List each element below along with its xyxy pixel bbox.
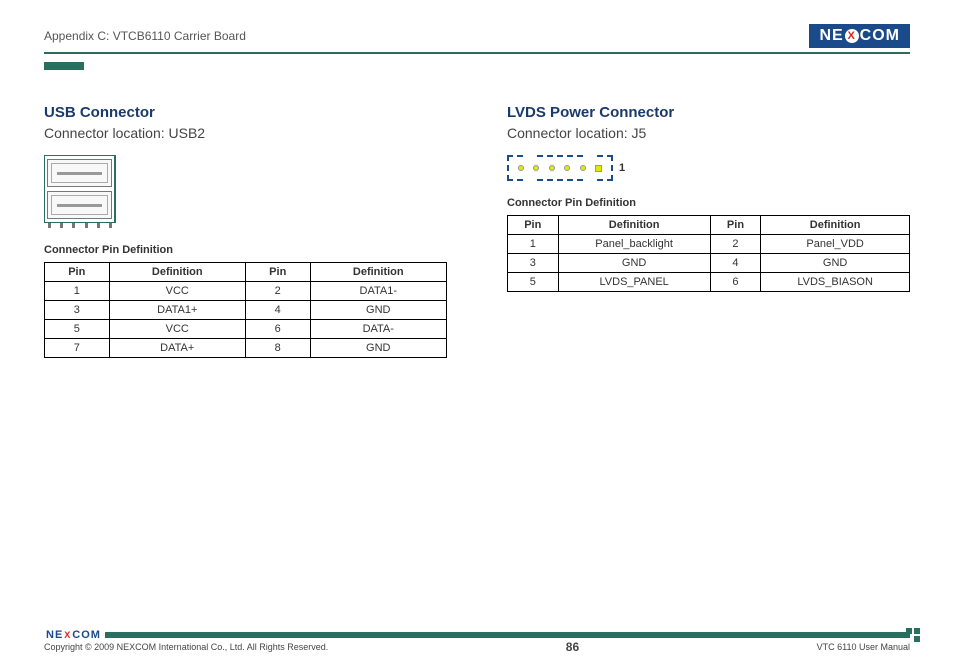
table-row: 1 Panel_backlight 2 Panel_VDD: [508, 235, 910, 254]
cell: 5: [508, 273, 559, 292]
table-row: 5 VCC 6 DATA-: [45, 320, 447, 339]
cell: Panel_VDD: [761, 235, 910, 254]
section-marker: [44, 62, 84, 70]
copyright-text: Copyright © 2009 NEXCOM International Co…: [44, 642, 328, 652]
table-header-row: Pin Definition Pin Definition: [45, 263, 447, 282]
pin-dot-icon: [533, 165, 539, 171]
col-def: Definition: [109, 263, 245, 282]
lvds-connector-icon: [507, 155, 613, 181]
cell: DATA1-: [310, 282, 447, 301]
cell: 3: [508, 254, 559, 273]
usb-pin-table: Pin Definition Pin Definition 1 VCC 2 DA…: [44, 262, 447, 358]
pin-dot-icon: [580, 165, 586, 171]
logo-left: NE: [819, 27, 843, 45]
table-row: 5 LVDS_PANEL 6 LVDS_BIASON: [508, 273, 910, 292]
cell: 1: [45, 282, 110, 301]
table-header-row: Pin Definition Pin Definition: [508, 216, 910, 235]
page-header: Appendix C: VTCB6110 Carrier Board NE X …: [44, 24, 910, 54]
footer-nexcom-logo: NE X COM: [42, 629, 105, 641]
table-row: 3 DATA1+ 4 GND: [45, 301, 447, 320]
lvds-connector-diagram: 1: [507, 155, 910, 181]
cell: DATA-: [310, 320, 447, 339]
cell: 1: [508, 235, 559, 254]
usb-title: USB Connector: [44, 104, 447, 121]
logo-left: NE: [46, 629, 63, 641]
col-def: Definition: [558, 216, 710, 235]
lvds-pin-def-title: Connector Pin Definition: [507, 197, 910, 209]
lvds-section: LVDS Power Connector Connector location:…: [507, 104, 910, 358]
cell: 2: [710, 235, 761, 254]
cell: 4: [245, 301, 310, 320]
col-pin: Pin: [245, 263, 310, 282]
pin-dot-icon: [549, 165, 555, 171]
cell: LVDS_PANEL: [558, 273, 710, 292]
lvds-title: LVDS Power Connector: [507, 104, 910, 121]
page-footer: NE X COM Copyright © 2009 NEXCOM Interna…: [44, 632, 910, 654]
cell: VCC: [109, 320, 245, 339]
cell: LVDS_BIASON: [761, 273, 910, 292]
footer-squares-icon: [906, 628, 920, 642]
usb-port-bottom: [47, 191, 112, 219]
col-def: Definition: [310, 263, 447, 282]
footer-bar: NE X COM: [44, 632, 910, 638]
pin-dot-icon: [518, 165, 524, 171]
logo-right: COM: [72, 629, 101, 641]
table-row: 1 VCC 2 DATA1-: [45, 282, 447, 301]
cell: 5: [45, 320, 110, 339]
logo-x-icon: X: [845, 29, 859, 43]
col-pin: Pin: [45, 263, 110, 282]
usb-port-top: [47, 159, 112, 187]
page-number: 86: [566, 640, 579, 654]
cell: DATA1+: [109, 301, 245, 320]
col-pin: Pin: [508, 216, 559, 235]
col-def: Definition: [761, 216, 910, 235]
cell: 7: [45, 339, 110, 358]
lvds-subtitle: Connector location: J5: [507, 125, 910, 141]
footer-row: Copyright © 2009 NEXCOM International Co…: [44, 640, 910, 654]
cell: 8: [245, 339, 310, 358]
cell: 6: [245, 320, 310, 339]
usb-pin-def-title: Connector Pin Definition: [44, 244, 447, 256]
table-row: 3 GND 4 GND: [508, 254, 910, 273]
usb-connector-icon: [44, 155, 116, 223]
usb-connector-diagram: [44, 155, 447, 228]
usb-subtitle: Connector location: USB2: [44, 125, 447, 141]
pin1-square-icon: [595, 165, 602, 172]
col-pin: Pin: [710, 216, 761, 235]
cell: GND: [761, 254, 910, 273]
cell: 3: [45, 301, 110, 320]
lvds-pin-table: Pin Definition Pin Definition 1 Panel_ba…: [507, 215, 910, 292]
cell: 6: [710, 273, 761, 292]
cell: GND: [558, 254, 710, 273]
logo-right: COM: [860, 27, 900, 45]
usb-feet: [44, 223, 116, 228]
nexcom-logo: NE X COM: [809, 24, 910, 48]
pin-dot-icon: [564, 165, 570, 171]
cell: 4: [710, 254, 761, 273]
manual-name: VTC 6110 User Manual: [817, 642, 910, 652]
cell: VCC: [109, 282, 245, 301]
table-row: 7 DATA+ 8 GND: [45, 339, 447, 358]
cell: GND: [310, 339, 447, 358]
logo-x-icon: X: [64, 630, 71, 640]
cell: DATA+: [109, 339, 245, 358]
cell: GND: [310, 301, 447, 320]
usb-section: USB Connector Connector location: USB2 C…: [44, 104, 447, 358]
header-title: Appendix C: VTCB6110 Carrier Board: [44, 29, 246, 43]
cell: 2: [245, 282, 310, 301]
content-columns: USB Connector Connector location: USB2 C…: [44, 104, 910, 358]
cell: Panel_backlight: [558, 235, 710, 254]
pin1-label: 1: [619, 162, 625, 174]
